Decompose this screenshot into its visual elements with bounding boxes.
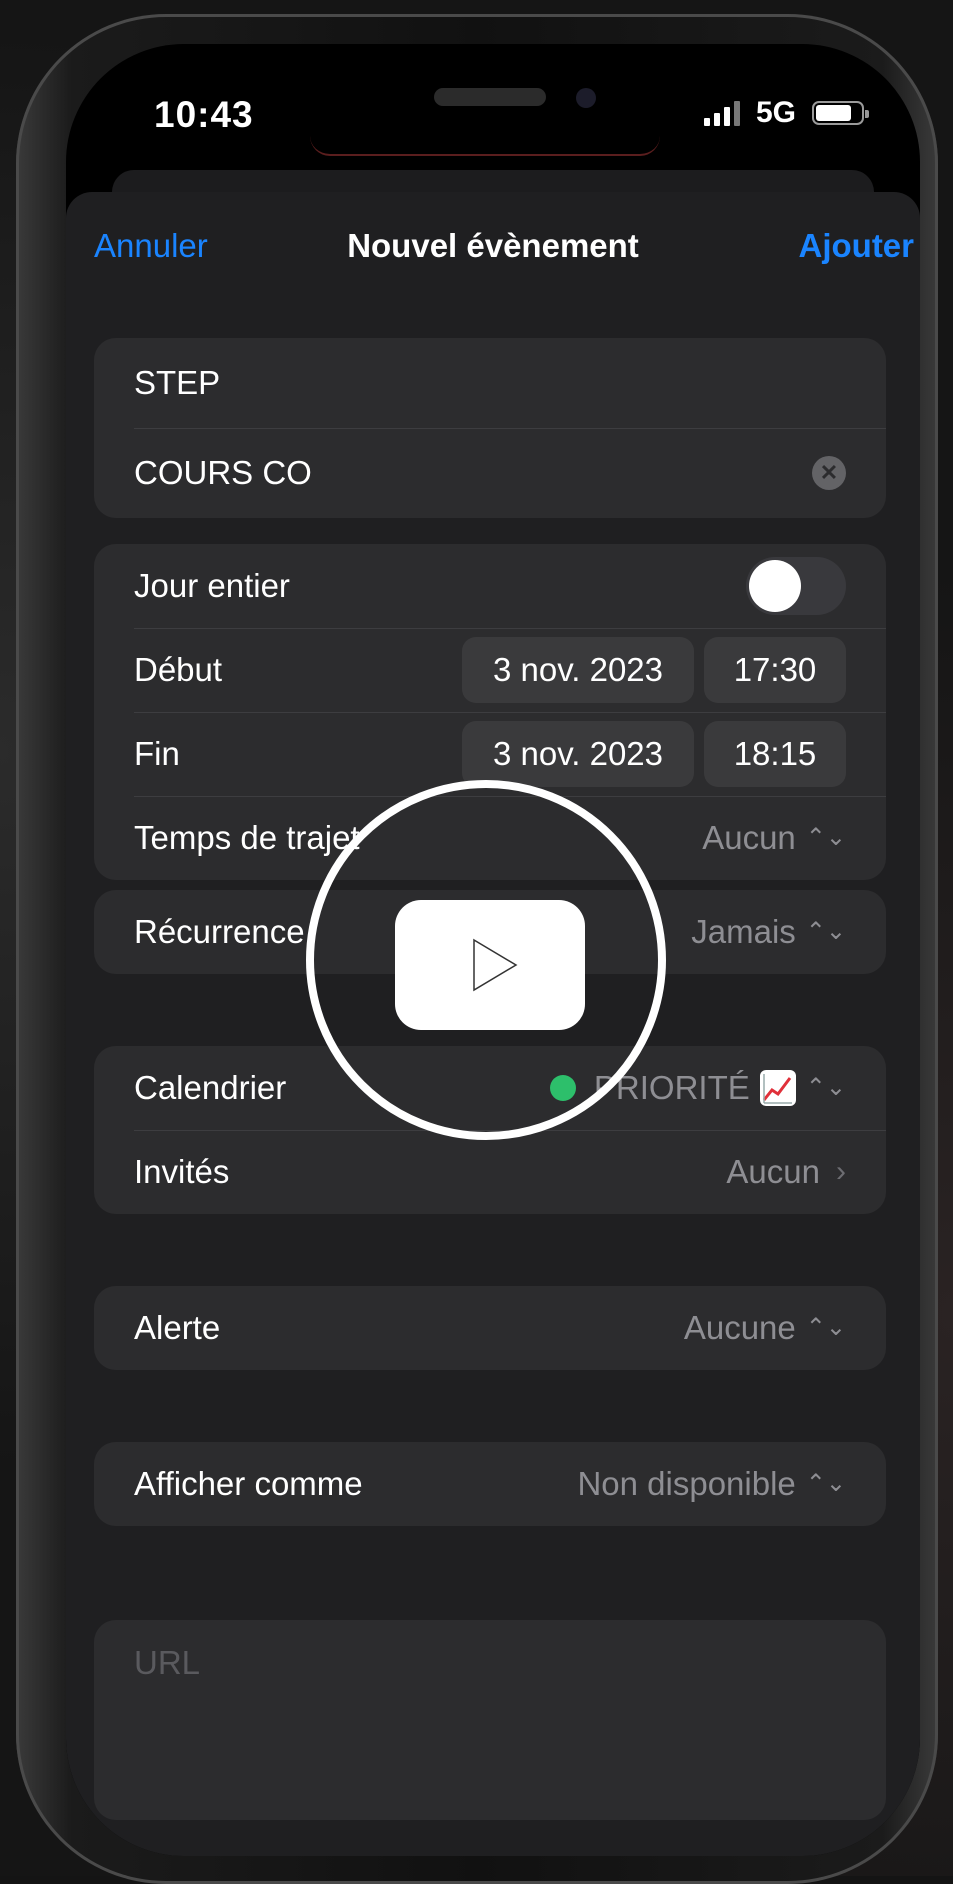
alert-text: Aucune [683,1309,796,1346]
cellular-signal-icon [703,100,740,126]
chevron-up-down-icon: ⌃⌄ [805,1314,846,1341]
clear-icon[interactable]: ✕ [812,456,846,490]
travel-time-text: Aucun [702,819,796,856]
alert-group: Alerte Aucune ⌃⌄ [94,1286,886,1370]
repeat-text: Jamais [691,913,796,950]
end-label: Fin [134,735,180,772]
title-location-group: STEP COURS CO ✕ [94,338,886,518]
page-title: Nouvel évènement [347,227,639,264]
alert-row[interactable]: Alerte Aucune ⌃⌄ [94,1286,886,1370]
dynamic-island-outline [310,136,660,156]
speaker-grille [434,88,546,106]
invitees-row[interactable]: Invités Aucun › [94,1130,886,1214]
chevron-up-down-icon: ⌃⌄ [805,918,846,945]
network-type: 5G [755,96,796,129]
chevron-up-down-icon: ⌃⌄ [805,1074,846,1101]
status-time: 10:43 [154,94,254,135]
url-field[interactable]: URL [94,1620,886,1706]
show-as-label: Afficher comme [134,1465,363,1502]
nav-bar: Annuler Nouvel évènement Ajouter [66,192,920,292]
play-icon [473,938,518,992]
location-field[interactable]: COURS CO ✕ [94,428,886,518]
chevron-up-down-icon: ⌃⌄ [805,1470,846,1497]
show-as-value: Non disponible ⌃⌄ [577,1465,846,1503]
toggle-knob [749,560,801,612]
chevron-up-down-icon: ⌃⌄ [805,824,846,851]
chevron-right-icon: › [836,1155,846,1188]
add-button[interactable]: Ajouter [799,227,915,265]
url-notes-group: URL [94,1620,886,1820]
travel-time-value: Aucun ⌃⌄ [702,819,846,857]
repeat-value: Jamais ⌃⌄ [691,913,846,951]
start-time-button[interactable]: 17:30 [704,637,846,703]
all-day-label: Jour entier [134,567,290,604]
url-placeholder: URL [134,1644,201,1681]
invitees-label: Invités [134,1153,230,1190]
battery-icon [812,101,869,125]
invitees-value: Aucun › [726,1153,846,1191]
chart-increasing-icon [759,1070,796,1106]
title-value: STEP [134,364,221,401]
end-time-button[interactable]: 18:15 [704,721,846,787]
show-as-row[interactable]: Afficher comme Non disponible ⌃⌄ [94,1442,886,1526]
start-label: Début [134,651,223,688]
invitees-text: Aucun [726,1153,820,1190]
front-camera [576,88,596,108]
alert-label: Alerte [134,1309,221,1346]
start-date-button[interactable]: 3 nov. 2023 [462,637,694,703]
all-day-toggle[interactable] [746,557,846,615]
alert-value: Aucune ⌃⌄ [684,1309,846,1347]
end-date-button[interactable]: 3 nov. 2023 [462,721,694,787]
title-field[interactable]: STEP [94,338,886,428]
start-row: Début 3 nov. 2023 17:30 [94,628,886,712]
show-as-text: Non disponible [577,1465,796,1502]
all-day-row: Jour entier [94,544,886,628]
location-value: COURS CO [134,454,312,491]
show-as-group: Afficher comme Non disponible ⌃⌄ [94,1442,886,1526]
status-indicators: 5G [703,96,869,130]
